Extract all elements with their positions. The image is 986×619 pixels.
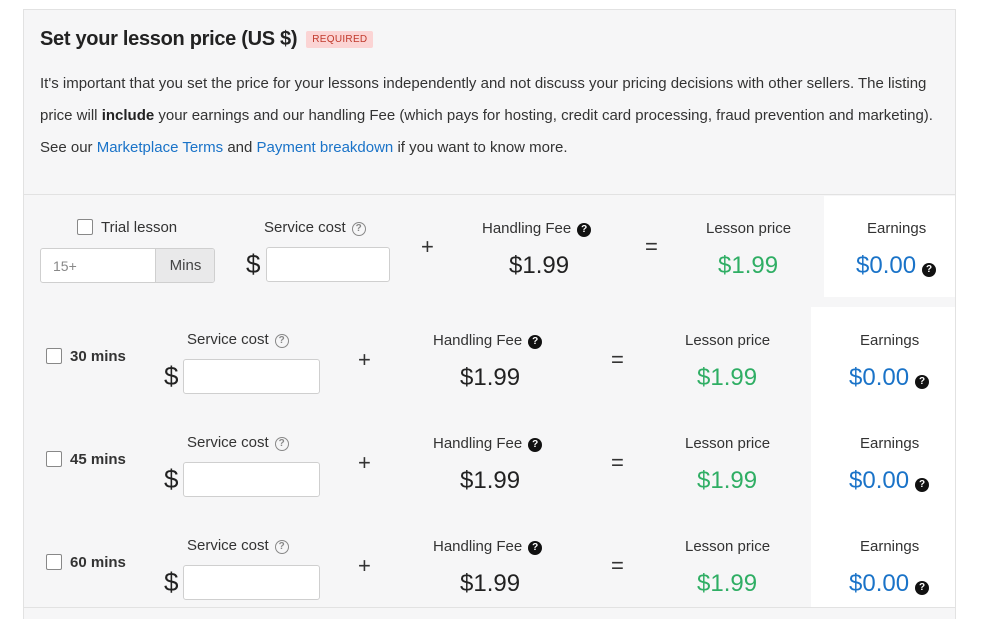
question-filled-icon[interactable]: ?: [915, 581, 930, 595]
trial-mins-input-group: 15+ Mins: [40, 248, 215, 283]
trial-handling-fee-value: $1.99: [509, 252, 570, 279]
earnings-box-45: Earnings $0.00?: [811, 410, 955, 513]
panel-bottom-divider: [24, 607, 955, 608]
pricing-description: It's important that you set the price fo…: [40, 68, 940, 164]
lesson-price-value-30: $1.99: [697, 364, 758, 391]
lesson-price-label: Lesson price: [685, 332, 771, 349]
trial-lesson-checkbox[interactable]: [77, 219, 93, 235]
service-cost-label: Service cost?: [187, 331, 289, 348]
earnings-label: Earnings: [860, 435, 920, 452]
service-cost-text: Service cost: [187, 331, 269, 348]
question-filled-icon[interactable]: ?: [528, 438, 543, 452]
currency-symbol: $: [246, 249, 261, 279]
desc-and: and: [223, 139, 257, 156]
service-cost-label: Service cost?: [187, 537, 289, 554]
service-cost-input-60[interactable]: [183, 565, 320, 600]
equals-sign: =: [611, 450, 624, 475]
earnings-label: Earnings: [860, 538, 920, 555]
handling-fee-value-45: $1.99: [460, 467, 521, 494]
question-filled-icon[interactable]: ?: [915, 375, 930, 389]
mins-addon: Mins: [155, 249, 214, 282]
required-badge: REQUIRED: [306, 31, 374, 48]
service-cost-text: Service cost: [264, 219, 346, 236]
plus-sign: +: [358, 450, 371, 475]
handling-fee-text: Handling Fee: [433, 332, 523, 349]
handling-fee-value-60: $1.99: [460, 570, 521, 597]
earnings-amount-45: $0.00: [849, 467, 910, 494]
service-cost-label: Service cost?: [264, 219, 366, 236]
plus-sign: +: [358, 347, 371, 372]
earnings-value-30: $0.00?: [849, 364, 930, 392]
service-cost-input-30[interactable]: [183, 359, 320, 394]
earnings-label: Earnings: [867, 220, 927, 237]
handling-fee-text: Handling Fee: [433, 435, 523, 452]
trial-lesson-label: Trial lesson: [101, 219, 178, 236]
pricing-header: Set your lesson price (US $) REQUIRED It…: [24, 10, 955, 195]
question-filled-icon[interactable]: ?: [915, 478, 930, 492]
payment-breakdown-link[interactable]: Payment breakdown: [257, 139, 394, 156]
duration-checkbox-60[interactable]: [46, 554, 62, 570]
equals-sign: =: [645, 234, 658, 259]
trial-lesson-price-value: $1.99: [718, 252, 779, 279]
earnings-value-60: $0.00?: [849, 570, 930, 598]
question-filled-icon[interactable]: ?: [528, 335, 543, 349]
question-filled-icon[interactable]: ?: [577, 223, 592, 237]
handling-fee-label: Handling Fee?: [433, 538, 543, 555]
earnings-box-60: Earnings $0.00?: [811, 513, 955, 608]
trial-earnings-box: Earnings $0.00?: [824, 196, 955, 297]
currency-symbol: $: [164, 361, 179, 391]
handling-fee-label: Handling Fee?: [482, 220, 592, 237]
currency-symbol: $: [164, 464, 179, 494]
trial-lesson-row: Trial lesson 15+ Mins Service cost? $ + …: [24, 196, 955, 299]
lesson-price-label: Lesson price: [685, 435, 771, 452]
earnings-value-45: $0.00?: [849, 467, 930, 495]
desc-end: if you want to know more.: [393, 139, 568, 156]
desc-bold: include: [101, 107, 155, 124]
plus-sign: +: [358, 553, 371, 578]
lesson-price-value-45: $1.99: [697, 467, 758, 494]
trial-earnings-value: $0.00?: [856, 252, 937, 280]
duration-label-30: 30 mins: [70, 348, 126, 365]
duration-row-30: 30 mins Service cost? $ + Handling Fee? …: [24, 299, 955, 410]
duration-row-45: 45 mins Service cost? $ + Handling Fee? …: [24, 402, 955, 513]
earnings-amount-30: $0.00: [849, 364, 910, 391]
currency-symbol: $: [164, 567, 179, 597]
service-cost-text: Service cost: [187, 537, 269, 554]
duration-label-45: 45 mins: [70, 451, 126, 468]
handling-fee-text: Handling Fee: [482, 220, 572, 237]
page-title: Set your lesson price (US $): [40, 28, 298, 50]
question-circle-icon[interactable]: ?: [274, 437, 289, 451]
lesson-price-value-60: $1.99: [697, 570, 758, 597]
handling-fee-label: Handling Fee?: [433, 332, 543, 349]
question-filled-icon[interactable]: ?: [528, 541, 543, 555]
question-circle-icon[interactable]: ?: [274, 334, 289, 348]
handling-fee-value-30: $1.99: [460, 364, 521, 391]
marketplace-terms-link[interactable]: Marketplace Terms: [97, 139, 223, 156]
pricing-panel: Set your lesson price (US $) REQUIRED It…: [23, 9, 956, 619]
equals-sign: =: [611, 347, 624, 372]
handling-fee-text: Handling Fee: [433, 538, 523, 555]
trial-service-cost-input[interactable]: [266, 247, 390, 282]
service-cost-input-45[interactable]: [183, 462, 320, 497]
duration-label-60: 60 mins: [70, 554, 126, 571]
plus-sign: +: [421, 234, 434, 259]
earnings-amount-60: $0.00: [849, 570, 910, 597]
duration-checkbox-30[interactable]: [46, 348, 62, 364]
lesson-price-label: Lesson price: [685, 538, 771, 555]
title-row: Set your lesson price (US $) REQUIRED: [40, 28, 374, 51]
service-cost-text: Service cost: [187, 434, 269, 451]
question-circle-icon[interactable]: ?: [351, 222, 366, 236]
trial-mins-input[interactable]: 15+: [41, 249, 155, 282]
question-filled-icon[interactable]: ?: [922, 263, 937, 277]
earnings-label: Earnings: [860, 332, 920, 349]
duration-checkbox-45[interactable]: [46, 451, 62, 467]
handling-fee-label: Handling Fee?: [433, 435, 543, 452]
trial-earnings-amount: $0.00: [856, 252, 917, 279]
question-circle-icon[interactable]: ?: [274, 540, 289, 554]
service-cost-label: Service cost?: [187, 434, 289, 451]
lesson-price-label: Lesson price: [706, 220, 792, 237]
equals-sign: =: [611, 553, 624, 578]
duration-row-60: 60 mins Service cost? $ + Handling Fee? …: [24, 505, 955, 608]
earnings-box-30: Earnings $0.00?: [811, 307, 955, 410]
